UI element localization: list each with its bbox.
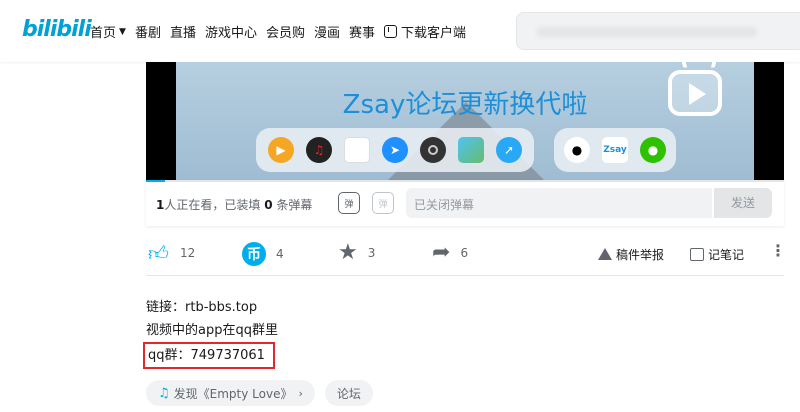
nav-item-anime[interactable]: 番剧 <box>135 22 161 41</box>
notes-label: 记笔记 <box>708 248 745 262</box>
coin-button[interactable]: 币 4 <box>242 242 284 266</box>
chevron-down-icon: ▼ <box>119 26 126 37</box>
zsay-icon: Zsay <box>602 137 628 163</box>
tag-music[interactable]: ♫ 发现《Empty Love》 › <box>146 380 315 406</box>
tag-forum[interactable]: 论坛 <box>324 380 373 406</box>
tag-list: ♫ 发现《Empty Love》 › 论坛 <box>146 380 373 406</box>
share-button[interactable]: ➦ 6 <box>432 242 468 264</box>
take-notes-button[interactable]: 记笔记 <box>690 246 744 263</box>
danmaku-suffix: 条弹幕 <box>276 198 313 212</box>
like-count: 12 <box>180 246 196 260</box>
tag-music-label: 发现《Empty Love》 <box>173 386 293 401</box>
music-app-icon: ♫ <box>306 137 332 163</box>
nav-item-esports[interactable]: 赛事 <box>349 22 375 41</box>
danmaku-settings-icon[interactable]: 弹 <box>372 192 394 214</box>
coin-icon: 币 <box>242 242 266 266</box>
danmaku-bar: 1人正在看，已装填 0 条弹幕 弹 弹 已关闭弹幕 发送 <box>146 180 784 226</box>
photos-app-icon <box>458 137 484 163</box>
search-placeholder-blurred <box>537 27 757 37</box>
bilibili-tv-icon <box>668 70 722 116</box>
video-progress-bar[interactable] <box>146 180 784 182</box>
warning-icon <box>598 248 612 261</box>
share-arrow-icon: ➦ <box>432 240 451 265</box>
camera-app-icon <box>420 137 446 163</box>
download-icon <box>384 25 398 38</box>
danmaku-input[interactable]: 已关闭弹幕 <box>406 188 712 218</box>
qq-icon: ● <box>564 137 590 163</box>
nav-item-home[interactable]: 首页 ▼ <box>90 22 126 41</box>
share-count: 6 <box>460 246 469 260</box>
viewer-text: 人正在看，已装填 <box>164 198 261 212</box>
nav-item-live[interactable]: 直播 <box>170 22 196 41</box>
video-player[interactable]: Zsay论坛更新换代啦 ▶ ♫ ➤ ➚ ● Zsay ● <box>146 62 784 180</box>
music-note-icon: ♫ <box>158 385 170 401</box>
top-nav: 首页 ▼ 番剧 直播 游戏中心 会员购 漫画 赛事 下载客户端 <box>90 22 475 41</box>
coin-count: 4 <box>276 247 284 261</box>
danmaku-count: 0 <box>264 198 273 212</box>
bilibili-logo[interactable]: bilibili <box>22 17 92 42</box>
nav-item-game-center[interactable]: 游戏中心 <box>205 22 257 41</box>
top-header: bilibili 首页 ▼ 番剧 直播 游戏中心 会员购 漫画 赛事 下载客户端 <box>0 0 800 62</box>
star-icon: ★ <box>338 240 358 265</box>
video-toolbar: 👍︎ 12 币 4 ★ 3 ➦ 6 稿件举报 记笔记 ⋮ <box>146 236 786 276</box>
report-label: 稿件举报 <box>616 248 665 262</box>
video-description: 链接：rtb-bbs.top 视频中的app在qq群里 qq群：74973706… <box>143 296 278 369</box>
viewer-count-text: 1人正在看，已装填 0 条弹幕 <box>156 196 312 213</box>
danmaku-toggle-icon[interactable]: 弹 <box>338 192 360 214</box>
favorite-button[interactable]: ★ 3 <box>338 242 375 264</box>
search-input[interactable] <box>516 12 800 50</box>
chevron-right-icon: › <box>298 386 303 400</box>
nav-item-manga[interactable]: 漫画 <box>314 22 340 41</box>
favorite-count: 3 <box>367 246 376 260</box>
thumbs-up-icon: 👍︎ <box>148 241 169 265</box>
app-dock-secondary: ● Zsay ● <box>554 128 676 172</box>
download-label: 下载客户端 <box>401 26 467 41</box>
note-icon <box>690 248 704 261</box>
app-dock: ▶ ♫ ➤ ➚ <box>256 128 534 172</box>
safari-icon: ➤ <box>382 137 408 163</box>
compass-app-icon: ➚ <box>496 137 522 163</box>
progress-fill <box>146 180 166 182</box>
danmaku-send-button[interactable]: 发送 <box>714 188 772 218</box>
qq-group-highlight: qq群：749737061 <box>143 342 275 369</box>
wechat-icon: ● <box>640 137 666 163</box>
nav-item-download-client[interactable]: 下载客户端 <box>384 22 466 41</box>
video-frame[interactable]: Zsay论坛更新换代啦 ▶ ♫ ➤ ➚ ● Zsay ● <box>176 62 754 180</box>
nav-item-member-shop[interactable]: 会员购 <box>266 22 305 41</box>
like-button[interactable]: 👍︎ 12 <box>148 242 195 264</box>
description-link-line[interactable]: 链接：rtb-bbs.top <box>146 296 278 319</box>
report-button[interactable]: 稿件举报 <box>598 246 664 263</box>
player-app-icon: ▶ <box>268 137 294 163</box>
nav-home-label: 首页 <box>90 26 117 41</box>
more-options-icon[interactable]: ⋮ <box>770 243 786 259</box>
description-app-line: 视频中的app在qq群里 <box>146 323 278 338</box>
notes-app-icon <box>344 137 370 163</box>
